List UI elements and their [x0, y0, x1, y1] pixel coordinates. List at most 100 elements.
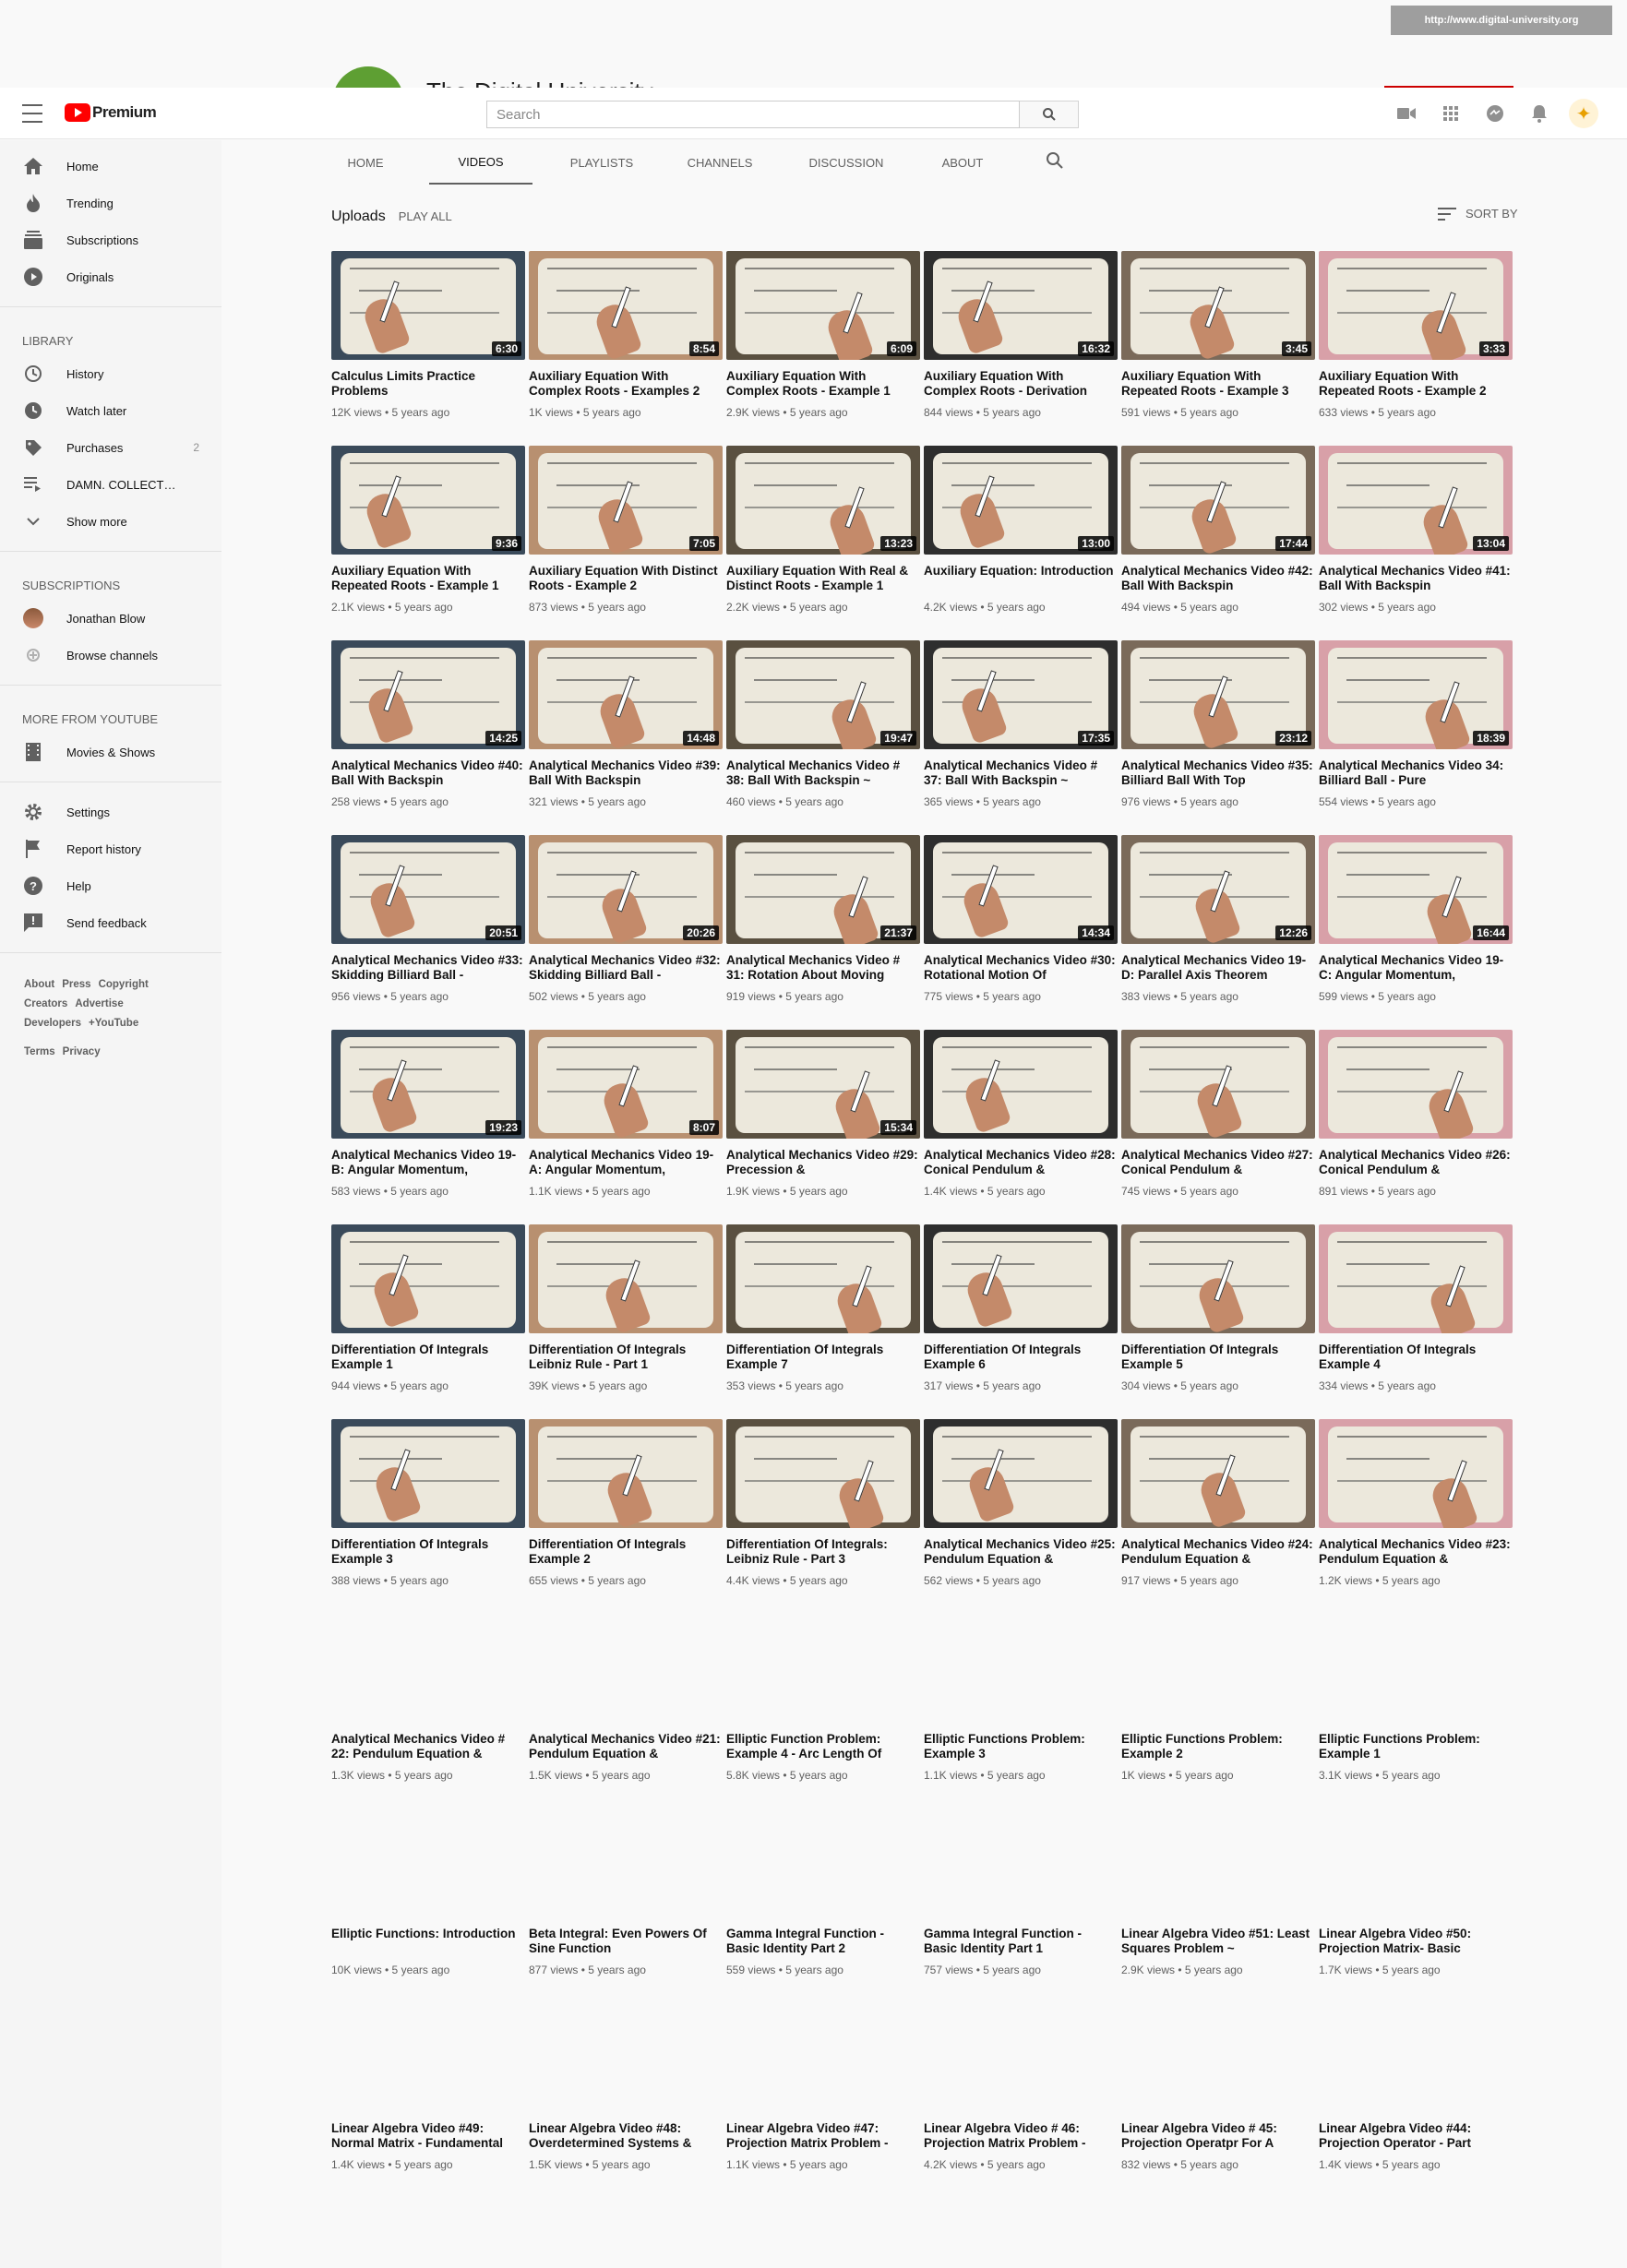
video-card[interactable]: 19:23 Analytical Mechanics Video 19-B: An… [331, 1030, 525, 1224]
sidebar-item-watch-later[interactable]: Watch later [0, 392, 221, 429]
video-card[interactable]: 13:04 Analytical Mechanics Video #41: Bal… [1319, 446, 1513, 640]
tab-videos[interactable]: VIDEOS [429, 140, 532, 185]
video-thumbnail[interactable] [726, 1614, 920, 1723]
sidebar-item-send-feedback[interactable]: Send feedback [0, 904, 221, 941]
video-thumbnail[interactable] [924, 2003, 1118, 2112]
video-title[interactable]: Differentiation Of Integrals Example 5 [1121, 1343, 1315, 1372]
video-card[interactable]: Analytical Mechanics Video #26: Conical … [1319, 1030, 1513, 1224]
video-title[interactable]: Elliptic Function Problem: Example 4 - A… [726, 1732, 920, 1761]
video-title[interactable]: Linear Algebra Video #49: Normal Matrix … [331, 2121, 525, 2151]
video-card[interactable]: Gamma Integral Function - Basic Identity… [726, 1808, 920, 2003]
video-thumbnail[interactable] [1319, 1419, 1513, 1528]
video-title[interactable]: Auxiliary Equation With Repeated Roots -… [1319, 369, 1513, 399]
video-title[interactable]: Auxiliary Equation With Real & Distinct … [726, 564, 920, 593]
video-title[interactable]: Analytical Mechanics Video #26: Conical … [1319, 1148, 1513, 1177]
video-card[interactable]: 14:48 Analytical Mechanics Video #39: Bal… [529, 640, 723, 835]
video-title[interactable]: Differentiation Of Integrals Example 4 [1319, 1343, 1513, 1372]
video-card[interactable]: Differentiation Of Integrals Leibniz Rul… [529, 1224, 723, 1419]
video-thumbnail[interactable]: 20:26 [529, 835, 723, 944]
video-title[interactable]: Auxiliary Equation With Distinct Roots -… [529, 564, 723, 593]
video-thumbnail[interactable] [924, 1808, 1118, 1917]
video-thumbnail[interactable]: 8:07 [529, 1030, 723, 1139]
video-card[interactable]: 7:05 Auxiliary Equation With Distinct Roo… [529, 446, 723, 640]
video-title[interactable]: Linear Algebra Video #47: Projection Mat… [726, 2121, 920, 2151]
video-thumbnail[interactable] [1121, 2003, 1315, 2112]
video-card[interactable]: 6:30 Calculus Limits Practice Problems 12K… [331, 251, 525, 446]
banner-url-link[interactable]: http://www.digital-university.org [1391, 6, 1612, 35]
video-card[interactable]: 17:35 Analytical Mechanics Video # 37: Ba… [924, 640, 1118, 835]
video-title[interactable]: Auxiliary Equation With Repeated Roots -… [331, 564, 525, 593]
video-thumbnail[interactable] [726, 2003, 920, 2112]
video-thumbnail[interactable]: 13:04 [1319, 446, 1513, 555]
video-card[interactable]: Linear Algebra Video #47: Projection Mat… [726, 2003, 920, 2198]
sidebar-item-show-more[interactable]: Show more [0, 503, 221, 540]
video-title[interactable]: Differentiation Of Integrals Example 7 [726, 1343, 920, 1372]
video-card[interactable]: 19:47 Analytical Mechanics Video # 38: Ba… [726, 640, 920, 835]
video-thumbnail[interactable]: 17:35 [924, 640, 1118, 749]
video-title[interactable]: Analytical Mechanics Video 19-A: Angular… [529, 1148, 723, 1177]
video-thumbnail[interactable] [924, 1030, 1118, 1139]
video-card[interactable]: 12:26 Analytical Mechanics Video 19-D: Pa… [1121, 835, 1315, 1030]
video-card[interactable]: 17:44 Analytical Mechanics Video #42: Bal… [1121, 446, 1315, 640]
create-video-icon[interactable] [1384, 102, 1429, 125]
video-thumbnail[interactable]: 14:34 [924, 835, 1118, 944]
video-card[interactable]: 9:36 Auxiliary Equation With Repeated Roo… [331, 446, 525, 640]
sidebar-item-playlist[interactable]: DAMN. COLLECT… [0, 466, 221, 503]
video-card[interactable]: Linear Algebra Video # 46: Projection Ma… [924, 2003, 1118, 2198]
video-title[interactable]: Gamma Integral Function - Basic Identity… [726, 1927, 920, 1956]
video-thumbnail[interactable] [1319, 2003, 1513, 2112]
video-title[interactable]: Elliptic Functions Problem: Example 1 [1319, 1732, 1513, 1761]
video-title[interactable]: Analytical Mechanics Video # 22: Pendulu… [331, 1732, 525, 1761]
video-thumbnail[interactable] [1319, 1614, 1513, 1723]
video-thumbnail[interactable]: 16:44 [1319, 835, 1513, 944]
sidebar-item-home[interactable]: Home [0, 148, 221, 185]
footer-link-copyright[interactable]: Copyright [99, 979, 149, 990]
video-thumbnail[interactable]: 21:37 [726, 835, 920, 944]
video-thumbnail[interactable] [924, 1614, 1118, 1723]
video-card[interactable]: 16:44 Analytical Mechanics Video 19-C: An… [1319, 835, 1513, 1030]
sidebar-item-trending[interactable]: Trending [0, 185, 221, 221]
video-title[interactable]: Linear Algebra Video #51: Least Squares … [1121, 1927, 1315, 1956]
video-thumbnail[interactable] [726, 1808, 920, 1917]
video-title[interactable]: Analytical Mechanics Video # 38: Ball Wi… [726, 758, 920, 788]
video-card[interactable]: 23:12 Analytical Mechanics Video #35: Bil… [1121, 640, 1315, 835]
video-thumbnail[interactable]: 16:32 [924, 251, 1118, 360]
video-title[interactable]: Analytical Mechanics Video #42: Ball Wit… [1121, 564, 1315, 593]
sidebar-item-browse-channels[interactable]: Browse channels [0, 637, 221, 674]
video-card[interactable]: 20:26 Analytical Mechanics Video #32: Ski… [529, 835, 723, 1030]
footer-link-advertise[interactable]: Advertise [75, 998, 123, 1009]
video-card[interactable]: Differentiation Of Integrals Example 2 65… [529, 1419, 723, 1614]
video-title[interactable]: Beta Integral: Even Powers Of Sine Funct… [529, 1927, 723, 1956]
video-card[interactable]: Analytical Mechanics Video # 22: Pendulu… [331, 1614, 525, 1808]
video-thumbnail[interactable] [1319, 1224, 1513, 1333]
video-card[interactable]: 3:45 Auxiliary Equation With Repeated Roo… [1121, 251, 1315, 446]
video-thumbnail[interactable] [1121, 1030, 1315, 1139]
video-card[interactable]: Linear Algebra Video # 45: Projection Op… [1121, 2003, 1315, 2198]
video-card[interactable]: 18:39 Analytical Mechanics Video 34: Bill… [1319, 640, 1513, 835]
video-card[interactable]: 8:07 Analytical Mechanics Video 19-A: Ang… [529, 1030, 723, 1224]
video-title[interactable]: Linear Algebra Video #44: Projection Ope… [1319, 2121, 1513, 2151]
menu-icon[interactable] [22, 104, 42, 123]
video-thumbnail[interactable]: 12:26 [1121, 835, 1315, 944]
video-card[interactable]: Beta Integral: Even Powers Of Sine Funct… [529, 1808, 723, 2003]
tab-home[interactable]: HOME [332, 140, 399, 185]
video-thumbnail[interactable]: 13:23 [726, 446, 920, 555]
video-thumbnail[interactable] [924, 1419, 1118, 1528]
tab-channels[interactable]: CHANNELS [670, 140, 770, 185]
video-title[interactable]: Analytical Mechanics Video 34: Billiard … [1319, 758, 1513, 788]
search-button[interactable] [1020, 101, 1079, 128]
video-thumbnail[interactable]: 6:09 [726, 251, 920, 360]
video-title[interactable]: Analytical Mechanics Video #29: Precessi… [726, 1148, 920, 1177]
notifications-bell-icon[interactable] [1517, 102, 1561, 125]
video-card[interactable]: Differentiation Of Integrals Example 7 35… [726, 1224, 920, 1419]
video-thumbnail[interactable]: 17:44 [1121, 446, 1315, 555]
video-thumbnail[interactable] [1319, 1030, 1513, 1139]
video-title[interactable]: Analytical Mechanics Video 19-B: Angular… [331, 1148, 525, 1177]
video-card[interactable]: Analytical Mechanics Video #25: Pendulum… [924, 1419, 1118, 1614]
video-card[interactable]: Differentiation Of Integrals Example 4 33… [1319, 1224, 1513, 1419]
video-card[interactable]: Linear Algebra Video #44: Projection Ope… [1319, 2003, 1513, 2198]
channel-search-icon[interactable] [1046, 151, 1068, 173]
video-card[interactable]: Elliptic Functions Problem: Example 1 3.1… [1319, 1614, 1513, 1808]
video-card[interactable]: 20:51 Analytical Mechanics Video #33: Ski… [331, 835, 525, 1030]
footer-link-developers[interactable]: Developers [24, 1018, 81, 1029]
